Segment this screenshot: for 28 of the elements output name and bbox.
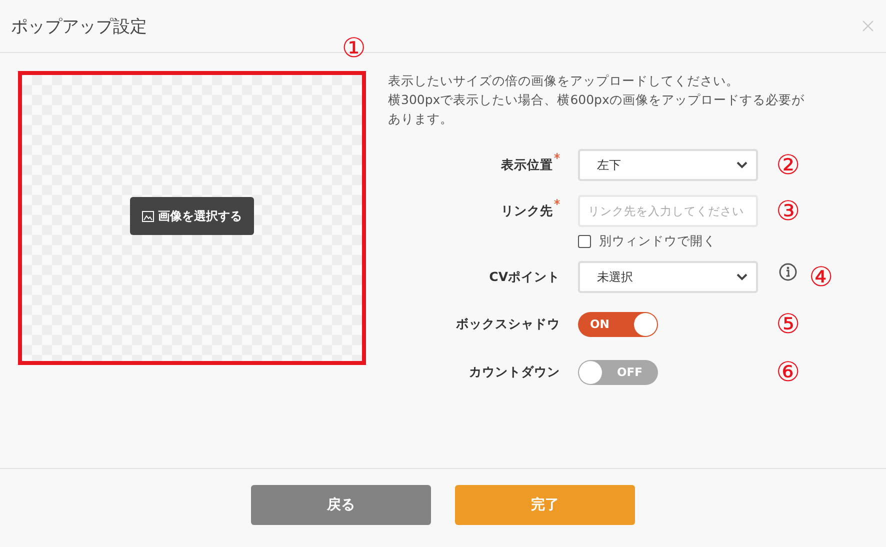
chevron-down-icon bbox=[736, 161, 748, 169]
field-label: リンク先 bbox=[501, 202, 553, 220]
image-icon bbox=[142, 210, 154, 222]
field-label: カウントダウン bbox=[469, 364, 560, 380]
info-icon[interactable] bbox=[779, 263, 797, 281]
field-label: 表示位置 bbox=[501, 156, 553, 174]
checkbox-label: 別ウィンドウで開く bbox=[599, 232, 716, 250]
field-label: CVポイント bbox=[489, 268, 560, 286]
annotation-number: ⑥ bbox=[776, 358, 800, 386]
complete-button[interactable]: 完了 bbox=[455, 485, 635, 525]
select-field[interactable]: 左下 bbox=[578, 149, 758, 181]
back-button[interactable]: 戻る bbox=[251, 485, 431, 525]
annotation-number: ② bbox=[776, 152, 800, 178]
instruction-text: 横300pxで表示したい場合、横600pxの画像をアップロードする必要があります。 bbox=[388, 91, 806, 128]
annotation-number: ⑤ bbox=[776, 310, 800, 338]
field-label: ボックスシャドウ bbox=[456, 316, 560, 332]
annotation-number: ① bbox=[342, 35, 366, 62]
select-field[interactable]: 未選択 bbox=[578, 261, 758, 293]
chevron-down-icon bbox=[736, 273, 748, 281]
annotation-number: ④ bbox=[809, 264, 834, 290]
instruction-text: 表示したいサイズの倍の画像をアップロードしてください。 bbox=[388, 72, 740, 90]
link-input-field[interactable]: リンク先を入力してください bbox=[578, 195, 758, 227]
checkbox[interactable] bbox=[578, 234, 591, 248]
toggle-switch[interactable]: ON bbox=[578, 312, 658, 336]
dialog-title: ポップアップ設定 bbox=[11, 16, 147, 38]
annotation-number: ③ bbox=[776, 198, 800, 224]
select-image-button[interactable]: 画像を選択する bbox=[130, 197, 254, 235]
toggle-switch[interactable]: OFF bbox=[578, 360, 658, 384]
